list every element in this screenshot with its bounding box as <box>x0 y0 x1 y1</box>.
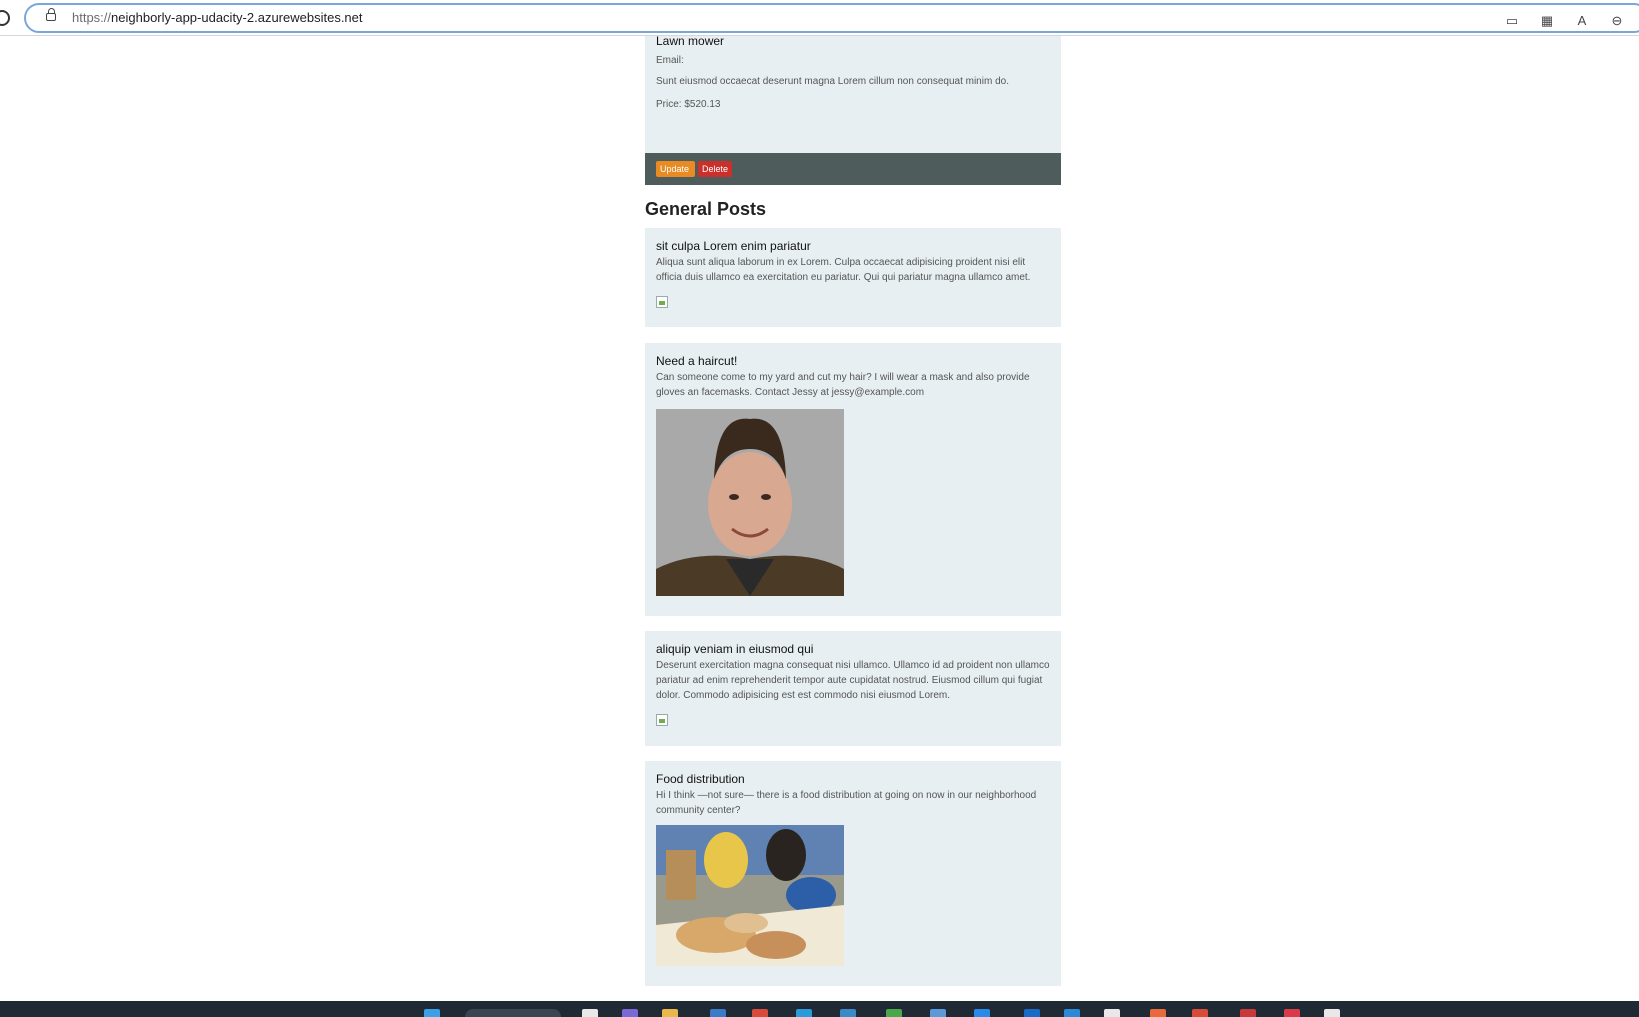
item-description: Sunt eiusmod occaecat deserunt magna Lor… <box>656 76 1009 87</box>
url-scheme: https:// <box>72 10 112 25</box>
app-icon[interactable] <box>1324 1009 1340 1017</box>
taskbar-search-box[interactable] <box>465 1009 561 1017</box>
app-icon[interactable] <box>1064 1009 1080 1017</box>
post-body: Hi I think —not sure— there is a food di… <box>656 790 1037 816</box>
update-button[interactable]: Update <box>656 161 695 177</box>
teams-icon[interactable] <box>622 1009 638 1017</box>
app-icon[interactable] <box>974 1009 990 1017</box>
app-icon[interactable] <box>886 1009 902 1017</box>
item-card: Lawn mower Email: Sunt eiusmod occaecat … <box>645 36 1061 153</box>
app-icon[interactable] <box>752 1009 768 1017</box>
app-icon[interactable] <box>1240 1009 1256 1017</box>
post-title: Food distribution <box>656 772 745 786</box>
broken-image-icon <box>656 296 668 308</box>
folder-icon[interactable] <box>662 1009 678 1017</box>
file-icon[interactable] <box>582 1009 598 1017</box>
portrait-illustration <box>656 409 844 596</box>
app-icon[interactable] <box>1104 1009 1120 1017</box>
broken-image-icon <box>656 714 668 726</box>
app-icon[interactable] <box>1150 1009 1166 1017</box>
start-icon[interactable] <box>424 1009 440 1017</box>
reading-view-icon[interactable]: ▭ <box>1504 14 1520 28</box>
url-text[interactable]: https://neighborly-app-udacity-2.azurewe… <box>72 10 363 25</box>
read-aloud-icon[interactable]: A <box>1574 14 1590 28</box>
item-email: Email: <box>656 55 684 66</box>
app-icon[interactable] <box>1284 1009 1300 1017</box>
post-body: Deserunt exercitation magna consequat ni… <box>656 660 1050 701</box>
app-icon[interactable] <box>840 1009 856 1017</box>
item-price: Price: $520.13 <box>656 99 721 110</box>
post-title: sit culpa Lorem enim pariatur <box>656 239 811 253</box>
general-posts-heading: General Posts <box>645 199 767 219</box>
post-body: Aliqua sunt aliqua laborum in ex Lorem. … <box>656 257 1031 283</box>
app-icon[interactable] <box>710 1009 726 1017</box>
portrait-photo <box>656 409 844 596</box>
taskbar <box>0 1001 1639 1017</box>
browser-toolbar: https://neighborly-app-udacity-2.azurewe… <box>0 0 1639 36</box>
zoom-out-icon[interactable]: ⊖ <box>1609 14 1625 28</box>
powerpoint-icon[interactable] <box>1192 1009 1208 1017</box>
vscode-icon[interactable] <box>1024 1009 1040 1017</box>
apps-icon[interactable]: ▦ <box>1539 14 1555 28</box>
item-title: Lawn mower <box>656 36 725 48</box>
url-host: neighborly-app-udacity-2.azurewebsites.n… <box>111 10 363 25</box>
post-card: Food distribution Hi I think —not sure— … <box>645 761 1061 986</box>
post-title: Need a haircut! <box>656 354 738 368</box>
item-card-footer: Update Delete <box>645 153 1061 185</box>
calendar-icon[interactable] <box>930 1009 946 1017</box>
post-card: aliquip veniam in eiusmod qui Deserunt e… <box>645 631 1061 746</box>
food-distribution-photo <box>656 825 844 966</box>
delete-button[interactable]: Delete <box>698 161 732 177</box>
post-card: sit culpa Lorem enim pariatur Aliqua sun… <box>645 228 1061 327</box>
food-distribution-illustration <box>656 825 844 966</box>
post-body: Can someone come to my yard and cut my h… <box>656 372 1030 398</box>
address-bar[interactable]: https://neighborly-app-udacity-2.azurewe… <box>24 3 1639 33</box>
edge-icon[interactable] <box>796 1009 812 1017</box>
lock-icon[interactable] <box>46 8 56 21</box>
post-title: aliquip veniam in eiusmod qui <box>656 642 814 656</box>
refresh-icon[interactable] <box>0 10 10 26</box>
post-card: Need a haircut! Can someone come to my y… <box>645 343 1061 616</box>
